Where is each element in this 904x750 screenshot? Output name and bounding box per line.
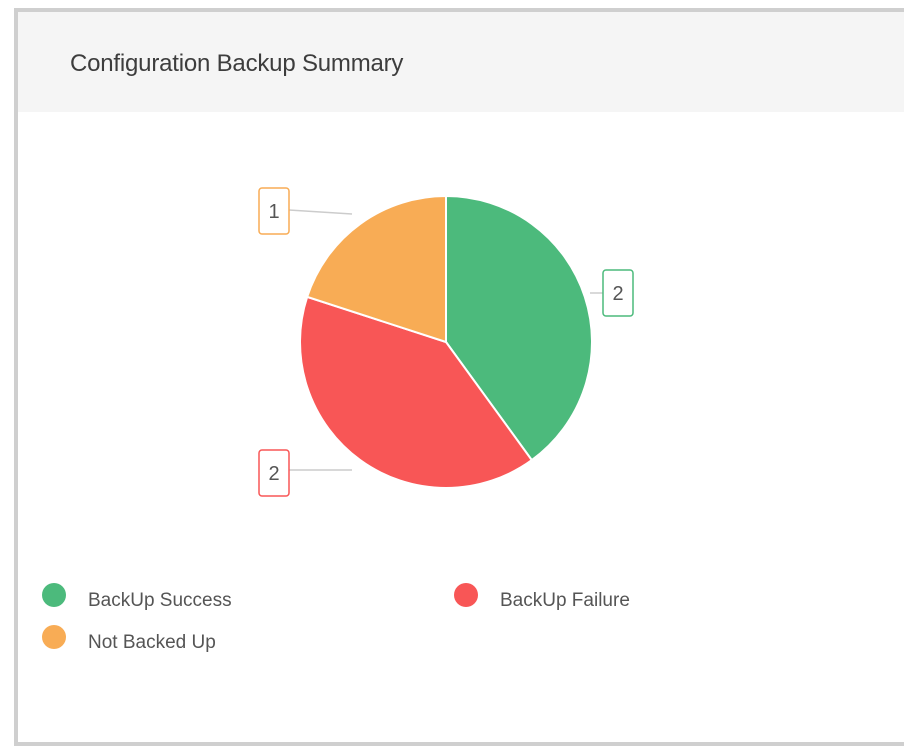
legend-label-not-backed-up: Not Backed Up bbox=[88, 632, 216, 653]
legend-dot-success bbox=[42, 583, 66, 607]
legend-label-failure: BackUp Failure bbox=[500, 590, 630, 611]
legend-label-success: BackUp Success bbox=[88, 590, 232, 611]
data-label: 2 bbox=[612, 283, 623, 305]
data-label: 2 bbox=[268, 463, 279, 485]
data-label: 1 bbox=[268, 201, 279, 223]
data-label-connector bbox=[288, 209, 353, 215]
legend-dot-not-backed-up bbox=[42, 625, 66, 649]
legend-dot-failure bbox=[454, 583, 478, 607]
